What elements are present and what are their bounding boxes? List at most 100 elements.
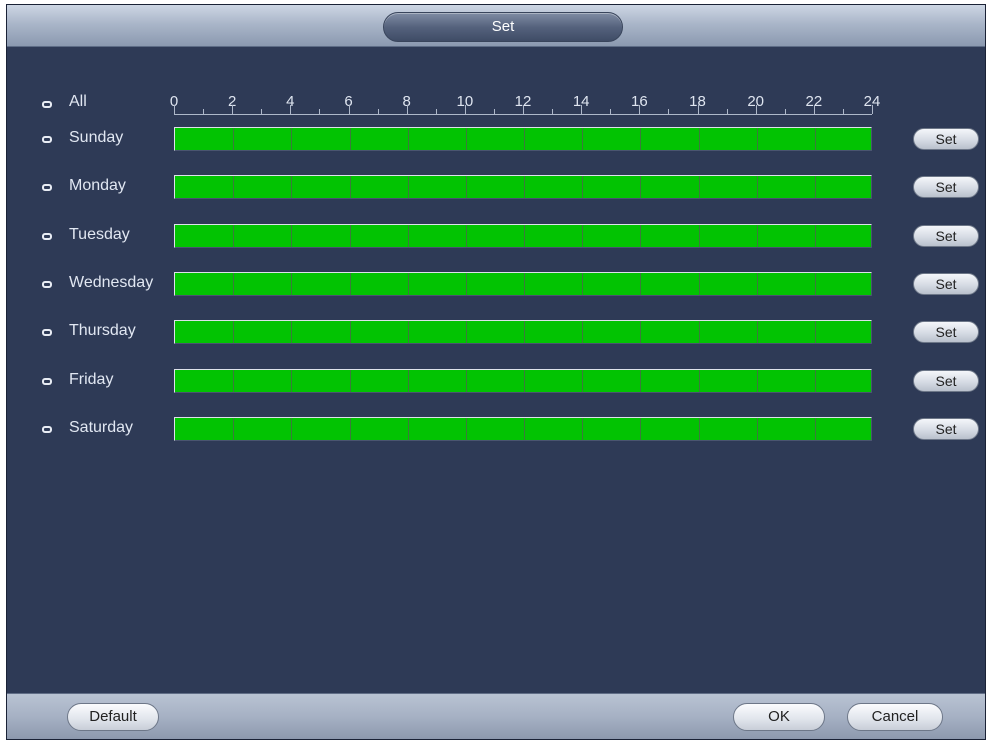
ruler-tick (785, 109, 786, 114)
day-label: Tuesday (69, 225, 130, 243)
bar-divider (640, 417, 641, 440)
bar-divider (408, 176, 409, 199)
ruler-tick (319, 109, 320, 114)
day-schedule-bar[interactable] (174, 223, 872, 248)
ruler-tick (872, 105, 873, 114)
day-label: Sunday (69, 129, 124, 146)
bar-divider (582, 176, 583, 199)
bar-divider (524, 128, 525, 150)
ruler-tick (668, 109, 669, 114)
bar-divider (233, 321, 234, 344)
ruler-tick (581, 105, 582, 114)
bar-divider (408, 417, 409, 440)
bar-divider (291, 369, 292, 392)
bar-divider (699, 272, 700, 295)
day-checkbox[interactable] (42, 425, 52, 433)
cancel-button[interactable]: Cancel (847, 703, 943, 731)
ruler-tick (698, 105, 699, 114)
ruler-tick (407, 105, 408, 114)
ruler-tick (378, 109, 379, 114)
day-set-button[interactable]: Set (913, 224, 979, 247)
day-label: Friday (69, 370, 114, 388)
bar-divider (815, 224, 816, 247)
day-schedule-bar[interactable] (174, 416, 872, 441)
bar-divider (350, 321, 351, 344)
bar-divider (350, 128, 351, 150)
ruler-tick (436, 109, 437, 114)
day-label: Monday (69, 177, 126, 195)
bar-divider (815, 369, 816, 392)
day-label: Wednesday (69, 273, 154, 291)
day-schedule-bar[interactable] (174, 127, 872, 151)
bar-divider (582, 128, 583, 150)
dialog-title: Set (383, 12, 623, 42)
bar-divider (466, 272, 467, 295)
ruler-tick (494, 109, 495, 114)
bar-divider (582, 417, 583, 440)
bar-divider (350, 369, 351, 392)
bar-divider (757, 176, 758, 199)
bar-divider (291, 417, 292, 440)
bar-divider (466, 128, 467, 150)
ruler-tick (814, 105, 815, 114)
ruler-tick (727, 109, 728, 114)
bar-divider (350, 417, 351, 440)
bar-divider (291, 224, 292, 247)
bar-divider (640, 224, 641, 247)
bar-divider (350, 176, 351, 199)
day-set-button[interactable]: Set (913, 176, 979, 199)
bar-divider (524, 417, 525, 440)
bar-divider (291, 321, 292, 344)
ruler-tick (174, 105, 175, 114)
ruler-tick (203, 109, 204, 114)
ruler-tick (610, 109, 611, 114)
day-checkbox[interactable] (42, 377, 52, 385)
day-schedule-bar[interactable] (174, 271, 872, 296)
day-schedule-bar[interactable] (174, 368, 872, 393)
day-set-button[interactable]: Set (913, 128, 979, 150)
day-set-button[interactable]: Set (913, 417, 979, 440)
schedule-panel: All 0 2 4 6 8 10 12 14 16 18 20 22 24 Sunday Set Monda… (7, 47, 985, 693)
bar-divider (408, 128, 409, 150)
ruler-tick (639, 105, 640, 114)
day-set-button[interactable]: Set (913, 369, 979, 392)
bar-divider (233, 272, 234, 295)
bar-divider (699, 321, 700, 344)
day-schedule-bar[interactable] (174, 320, 872, 345)
bar-divider (466, 321, 467, 344)
day-schedule-bar[interactable] (174, 175, 872, 200)
bar-divider (466, 176, 467, 199)
title-bar: Set (7, 5, 985, 47)
ruler-tick (523, 105, 524, 114)
day-checkbox[interactable] (42, 184, 52, 192)
bar-divider (815, 176, 816, 199)
default-button[interactable]: Default (67, 703, 159, 731)
bar-divider (757, 417, 758, 440)
bar-divider (524, 224, 525, 247)
bar-divider (699, 176, 700, 199)
ok-button[interactable]: OK (733, 703, 825, 731)
bar-divider (408, 321, 409, 344)
schedule-dialog: Set All 0 2 4 6 8 10 12 14 16 18 20 22 24 Sunday Set M… (6, 4, 986, 740)
all-checkbox[interactable] (42, 101, 52, 108)
bar-divider (582, 272, 583, 295)
bar-divider (699, 417, 700, 440)
day-checkbox[interactable] (42, 232, 52, 240)
ruler-tick (261, 109, 262, 114)
day-set-button[interactable]: Set (913, 321, 979, 344)
bar-divider (524, 369, 525, 392)
ruler-tick (349, 105, 350, 114)
bar-divider (408, 369, 409, 392)
all-label: All (69, 93, 87, 110)
bar-divider (699, 128, 700, 150)
bar-divider (233, 369, 234, 392)
bar-divider (640, 272, 641, 295)
bar-divider (699, 369, 700, 392)
ruler-tick (843, 109, 844, 114)
day-set-button[interactable]: Set (913, 272, 979, 295)
bar-divider (582, 224, 583, 247)
day-checkbox[interactable] (42, 136, 52, 143)
day-checkbox[interactable] (42, 329, 52, 337)
day-checkbox[interactable] (42, 280, 52, 288)
bar-divider (524, 176, 525, 199)
